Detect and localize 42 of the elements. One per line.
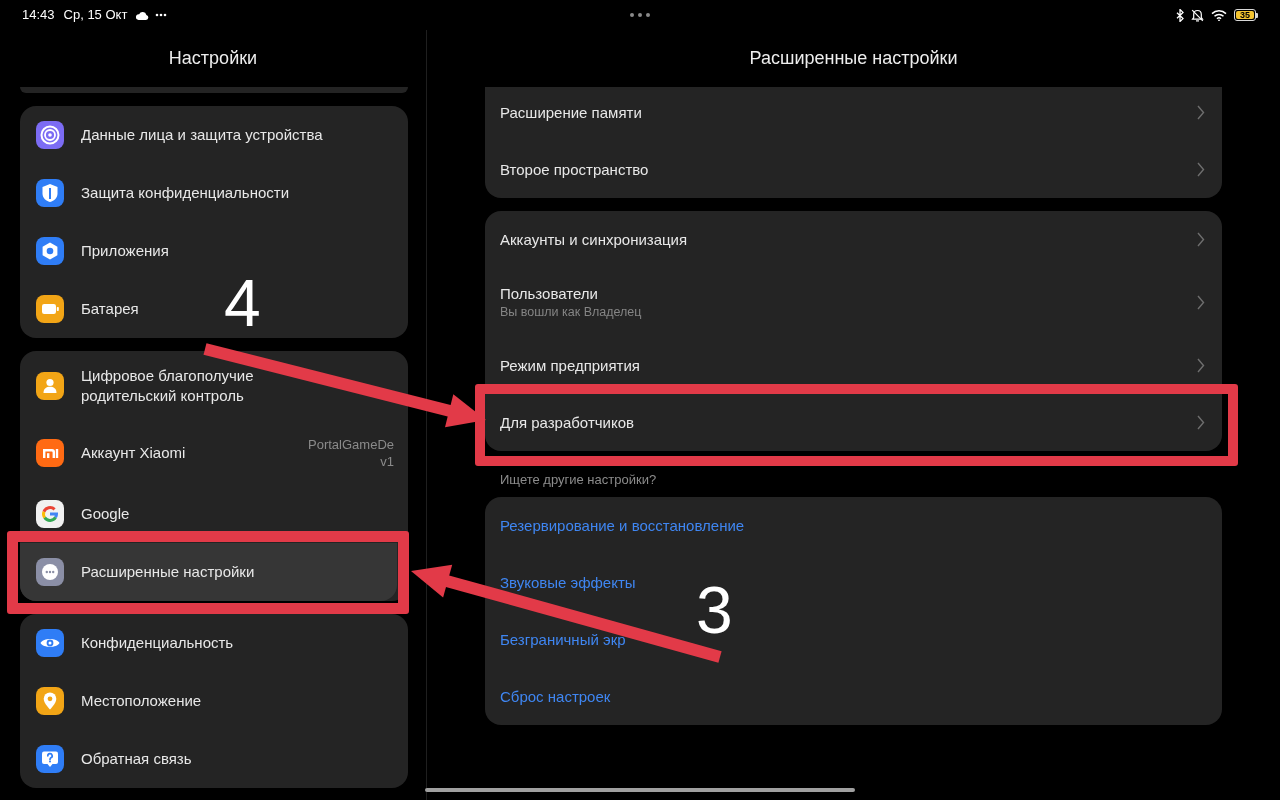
chevron-icon xyxy=(1197,162,1205,177)
ellipsis-icon xyxy=(155,13,168,17)
step-number: 4 xyxy=(224,270,261,336)
pane-title: Настройки xyxy=(168,47,258,70)
settings-item[interactable]: Аккаунты и синхронизация xyxy=(500,229,688,250)
status-time: 14:43 xyxy=(22,6,55,25)
settings-item[interactable]: Приложения xyxy=(36,237,169,265)
suggestion-link[interactable]: Безграничный экр xyxy=(500,629,626,650)
chevron-icon xyxy=(1197,295,1205,310)
chevron-icon xyxy=(1197,358,1205,373)
section-hint: Ищете другие настройки? xyxy=(499,471,657,489)
cloud-icon xyxy=(135,10,150,20)
pane-title: Расширенные настройки xyxy=(749,47,958,70)
settings-item[interactable]: Данные лица и защита устройства xyxy=(36,121,323,149)
settings-item[interactable]: Батарея xyxy=(36,295,139,323)
settings-item[interactable]: Защита конфиденциальности xyxy=(36,179,290,207)
settings-item[interactable]: Для разработчиков xyxy=(500,412,634,433)
settings-item[interactable]: Пользователи Вы вошли как Владелец xyxy=(500,284,642,321)
ellipsis-icon[interactable] xyxy=(630,13,650,17)
chevron-icon xyxy=(1197,105,1205,120)
settings-item[interactable]: Аккаунт Xiaomi xyxy=(36,439,186,467)
settings-item[interactable]: Конфиденциальность xyxy=(36,629,234,657)
wifi-icon xyxy=(1211,9,1227,21)
muted-bell-icon xyxy=(1191,8,1204,22)
settings-item[interactable]: Режим предприятия xyxy=(500,355,640,376)
settings-item[interactable]: Второе пространство xyxy=(500,159,649,180)
settings-item[interactable]: Расширение памяти xyxy=(500,102,642,123)
suggestion-link[interactable]: Резервирование и восстановление xyxy=(500,515,745,536)
battery-percentage: 35 xyxy=(1240,10,1250,20)
account-name: PortalGameDe v1 xyxy=(308,436,394,470)
settings-item[interactable]: Цифровое благополучие родительский контроль xyxy=(36,366,254,406)
settings-item[interactable]: Местоположение xyxy=(36,687,202,715)
suggestion-link[interactable]: Сброс настроек xyxy=(500,686,611,707)
settings-item[interactable]: Обратная связь xyxy=(36,745,192,773)
chevron-icon xyxy=(1197,232,1205,247)
chevron-icon xyxy=(1197,415,1205,430)
status-date: Ср, 15 Окт xyxy=(63,6,128,25)
step-number: 3 xyxy=(696,577,733,643)
bluetooth-icon xyxy=(1176,8,1184,22)
settings-item[interactable]: Google xyxy=(36,500,130,528)
suggestion-link[interactable]: Звуковые эффекты xyxy=(500,572,636,593)
item-description: Вы вошли как Владелец xyxy=(500,304,642,321)
